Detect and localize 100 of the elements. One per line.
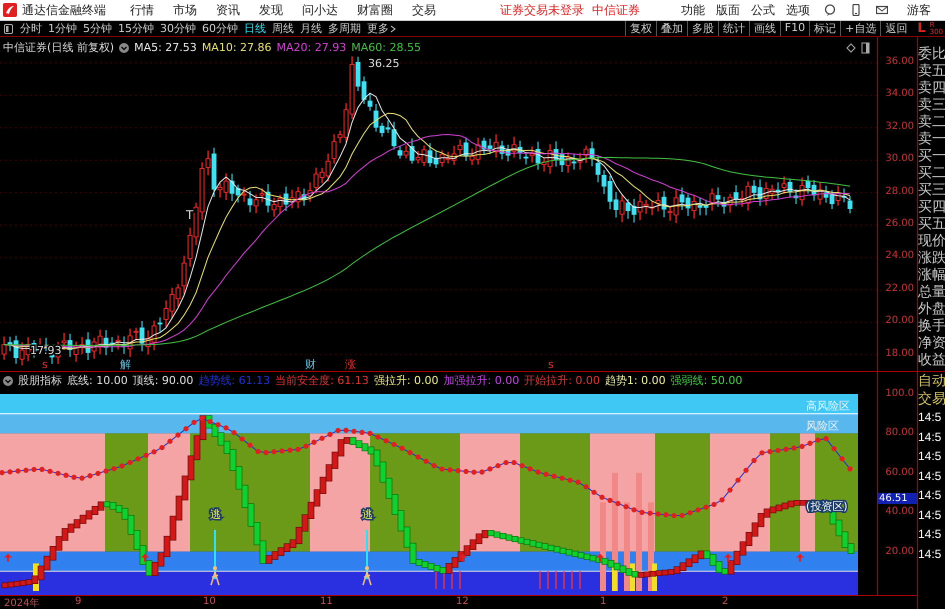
indicator-axis-label: 40.00: [885, 506, 914, 518]
period-tab[interactable]: 分时: [17, 21, 45, 36]
chevron-right-icon: [390, 24, 396, 32]
event-marker[interactable]: s: [42, 358, 48, 371]
caret-down-icon[interactable]: [3, 376, 13, 386]
menu-item[interactable]: 市场: [173, 2, 197, 18]
period-tab[interactable]: 日线: [241, 21, 269, 36]
chat-icon[interactable]: [824, 4, 836, 16]
indicator-value-label: 当前安全度: 61.13: [275, 373, 369, 388]
event-marker[interactable]: 涨: [345, 358, 356, 371]
price-axis-label: 34.00: [885, 88, 914, 100]
quote-field-label: 买四: [918, 199, 945, 216]
quote-field-label: 委比: [918, 46, 945, 63]
menu-item[interactable]: 版面: [716, 2, 740, 18]
high-price-label: 36.25: [368, 57, 400, 70]
period-tab[interactable]: 周线: [269, 21, 297, 36]
indicator-value-label: 强弱线: 50.00: [670, 373, 742, 388]
toolbar-button[interactable]: 统计: [718, 21, 749, 36]
menu-item[interactable]: 行情: [130, 2, 154, 18]
runner-icon: [210, 566, 220, 586]
trade-time: 14:5: [918, 487, 942, 504]
t-marker-label: T: [186, 208, 194, 222]
period-tab[interactable]: 月线: [297, 21, 325, 36]
menu-item[interactable]: 功能: [681, 2, 705, 18]
period-tab[interactable]: 5分钟: [80, 21, 115, 36]
price-axis-label: 20.00: [885, 315, 914, 326]
menu-item[interactable]: 问小达: [302, 2, 338, 18]
quote-field-label: 买一: [918, 148, 945, 165]
menu-item[interactable]: 公式: [751, 2, 775, 18]
indicator-value-label: 强拉升: 0.00: [374, 373, 439, 388]
time-axis-label: 2: [722, 596, 728, 607]
quote-field-label: 卖四: [918, 80, 945, 97]
trade-time: 14:5: [918, 448, 942, 465]
event-marker[interactable]: 财: [305, 358, 316, 371]
window-icon[interactable]: [862, 42, 870, 54]
indicator-value-label: 顶线: 90.00: [132, 373, 194, 388]
up-arrow-icon: [724, 554, 732, 562]
price-axis-label: 26.00: [885, 218, 914, 229]
toolbar-button[interactable]: F10: [780, 21, 810, 36]
quote-field-label: 买二: [918, 165, 945, 182]
price-axis-label: 24.00: [885, 250, 914, 262]
indicator-value-label: 开始拉升: 0.00: [524, 373, 600, 388]
user-label[interactable]: 游客: [907, 2, 931, 18]
menu-item[interactable]: 资讯: [216, 2, 240, 18]
indicator-axis-label: 100.0: [885, 388, 914, 399]
price-axis-label: 22.00: [885, 282, 914, 294]
diamond-icon[interactable]: [846, 43, 856, 53]
trade-time: 14:5: [918, 428, 942, 446]
trade-panel-header: 交易: [918, 390, 945, 408]
price-axis-label: 18.00: [885, 348, 914, 359]
quote-field-label: 买三: [918, 182, 945, 199]
quote-field-label: 卖一: [918, 131, 945, 148]
event-marker[interactable]: 解: [120, 358, 131, 371]
app-title: 通达信金融终端: [22, 2, 106, 18]
trade-time: 14:5: [918, 526, 942, 543]
broker-link[interactable]: 中信证券: [592, 2, 640, 18]
phone-icon[interactable]: [850, 4, 862, 16]
price-axis-label: 28.00: [885, 186, 914, 197]
price-axis-label: 30.00: [885, 153, 914, 164]
menu-item[interactable]: 财富圈: [357, 2, 393, 18]
toolbar-button[interactable]: 叠加: [656, 21, 687, 36]
panel-toggle-icon[interactable]: [4, 24, 13, 34]
toolbar-button[interactable]: 画线: [748, 21, 780, 36]
up-arrow-icon: [459, 554, 467, 562]
toolbar-button[interactable]: 标记: [809, 21, 840, 36]
period-tab[interactable]: 30分钟: [157, 21, 199, 36]
up-arrow-icon: [141, 554, 149, 562]
menu-item[interactable]: 交易: [412, 2, 436, 18]
ma-legend-label: MA60: 28.55: [351, 41, 421, 54]
price-axis-label: 36.00: [885, 56, 914, 67]
quote-field-label: 卖三: [918, 97, 945, 114]
current-value-label: 46.51: [878, 493, 917, 504]
period-tab[interactable]: 15分钟: [115, 21, 157, 36]
time-axis-label: 1: [600, 596, 606, 607]
menu-item[interactable]: 选项: [786, 2, 810, 18]
period-tab[interactable]: 多周期: [325, 21, 364, 36]
indicator-value-label: 趋势线: 61.13: [198, 373, 270, 388]
toolbar-button[interactable]: 复权: [624, 21, 656, 36]
toolbar-button[interactable]: +自选: [840, 21, 880, 36]
zone-label: 风险区: [806, 419, 839, 432]
menu-item[interactable]: 发现: [259, 2, 283, 18]
escape-signal-label: 逃: [210, 508, 221, 522]
event-marker[interactable]: s: [548, 358, 554, 371]
period-tab[interactable]: 60分钟: [199, 21, 241, 36]
chart-title: 中信证券(日线 前复权): [3, 40, 114, 55]
time-axis-label: 12: [456, 596, 469, 607]
left-panel-toggle[interactable]: L: [917, 21, 926, 36]
quote-field-label: 卖二: [918, 114, 945, 131]
app-logo-icon: [3, 3, 17, 17]
toolbar-button[interactable]: 返回: [880, 21, 912, 36]
trade-time: 14:5: [918, 546, 942, 562]
caret-down-icon[interactable]: [119, 42, 130, 52]
period-tab[interactable]: 1分钟: [45, 21, 80, 36]
indicator-value-label: 底线: 10.00: [67, 373, 128, 388]
indicator-axis-label: 60.00: [885, 466, 914, 478]
toolbar-button[interactable]: 多股: [686, 21, 718, 36]
more-button[interactable]: 更多: [364, 21, 399, 36]
login-status-link[interactable]: 证券交易未登录: [500, 2, 584, 18]
mail-icon[interactable]: [876, 4, 888, 16]
indicator-axis-label: 80.00: [885, 427, 914, 438]
